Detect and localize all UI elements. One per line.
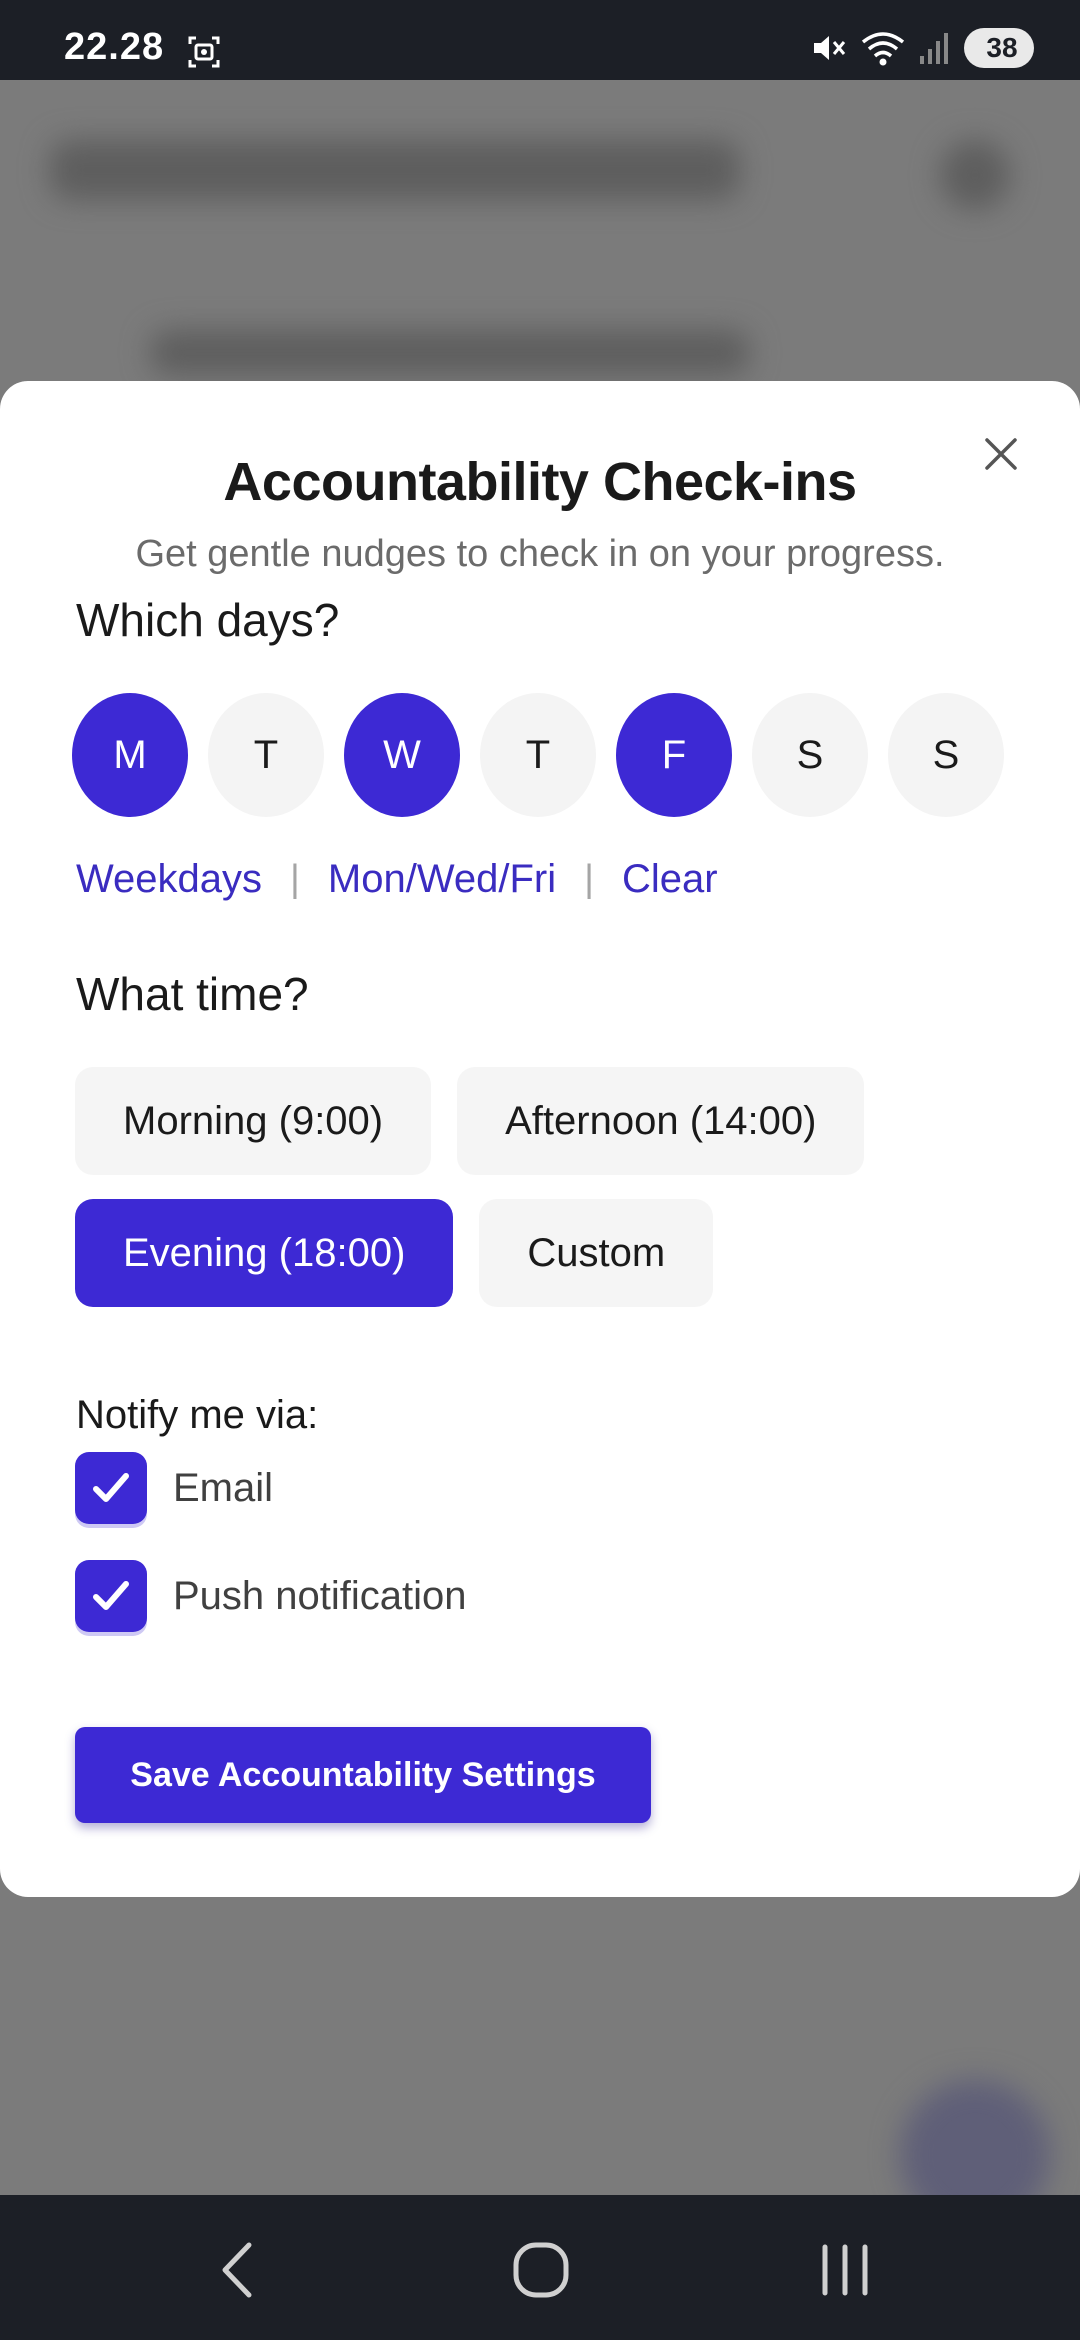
battery-indicator: 38: [964, 28, 1034, 68]
save-settings-button[interactable]: Save Accountability Settings: [75, 1727, 651, 1823]
background-text-blur: [150, 330, 750, 375]
time-heading: What time?: [76, 968, 309, 1020]
day-sunday[interactable]: S: [888, 693, 1004, 817]
time-option-custom[interactable]: Custom: [479, 1199, 714, 1307]
day-selector: M T W T F S S: [72, 693, 1004, 817]
status-bar: 22.28 38: [0, 0, 1080, 80]
day-monday[interactable]: M: [72, 693, 188, 817]
push-notification-checkbox[interactable]: [75, 1560, 147, 1632]
background-title-blur: [50, 140, 740, 200]
notify-push-row[interactable]: Push notification: [75, 1560, 467, 1632]
day-saturday[interactable]: S: [752, 693, 868, 817]
day-tuesday[interactable]: T: [208, 693, 324, 817]
day-thursday[interactable]: T: [480, 693, 596, 817]
home-circle-icon[interactable]: [506, 2235, 576, 2305]
notify-email-row[interactable]: Email: [75, 1452, 273, 1524]
background-fab-blur: [900, 2080, 1050, 2195]
time-option-evening[interactable]: Evening (18:00): [75, 1199, 454, 1307]
day-friday[interactable]: F: [616, 693, 732, 817]
status-time: 22.28: [64, 26, 165, 68]
day-wednesday[interactable]: W: [344, 693, 460, 817]
notify-heading: Notify me via:: [76, 1393, 319, 1437]
signal-icon: [920, 33, 948, 64]
mute-icon: [814, 36, 846, 60]
background-icon-blur: [940, 140, 1010, 210]
checkmark-icon: [93, 1581, 129, 1610]
time-options-row-2: Evening (18:00) Custom: [75, 1199, 714, 1307]
preset-mon-wed-fri-link[interactable]: Mon/Wed/Fri: [328, 857, 556, 902]
system-nav-bar: [0, 2195, 1080, 2340]
preset-separator: |: [584, 858, 594, 900]
preset-separator: |: [290, 858, 300, 900]
modal-title: Accountability Check-ins: [223, 452, 857, 512]
screenshot-icon: [188, 36, 220, 68]
checkmark-icon: [93, 1473, 129, 1502]
time-option-afternoon[interactable]: Afternoon (14:00): [457, 1067, 865, 1175]
back-chevron-icon[interactable]: [205, 2235, 275, 2305]
preset-weekdays-link[interactable]: Weekdays: [76, 857, 262, 902]
modal-subtitle: Get gentle nudges to check in on your pr…: [135, 533, 945, 575]
wifi-icon: [861, 32, 905, 66]
status-icons: 38: [808, 26, 1034, 70]
time-option-morning[interactable]: Morning (9:00): [75, 1067, 432, 1175]
email-label: Email: [173, 1465, 274, 1510]
accountability-modal: Accountability Check-ins Get gentle nudg…: [0, 381, 1080, 1897]
time-options-row-1: Morning (9:00) Afternoon (14:00): [75, 1067, 865, 1175]
days-heading: Which days?: [76, 594, 340, 646]
recents-bars-icon[interactable]: [810, 2235, 880, 2305]
day-presets: Weekdays | Mon/Wed/Fri | Clear: [76, 857, 718, 902]
preset-clear-link[interactable]: Clear: [622, 857, 718, 902]
email-checkbox[interactable]: [75, 1452, 147, 1524]
push-notification-label: Push notification: [173, 1573, 467, 1618]
